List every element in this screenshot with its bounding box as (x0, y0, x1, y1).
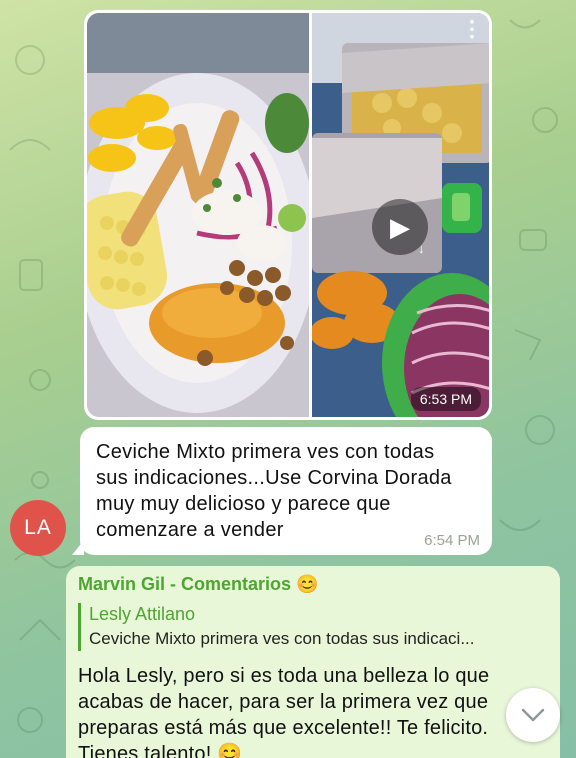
media-timestamp: 6:53 PM (410, 387, 481, 411)
media-album[interactable]: ▶ ↓ ⋮ 6:53 PM (84, 10, 492, 420)
reply-quote[interactable]: Lesly Attilano Ceviche Mixto primera ves… (78, 603, 548, 651)
scroll-down-button[interactable] (506, 688, 560, 742)
caption-message-text: Ceviche Mixto primera ves con todas sus … (96, 441, 452, 541)
chevron-down-icon (521, 708, 545, 722)
caption-message-bubble[interactable]: Ceviche Mixto primera ves con todas sus … (80, 427, 492, 555)
ceviche-photo[interactable] (87, 13, 309, 417)
ceviche-photo-image (87, 13, 309, 417)
cooking-video-thumbnail[interactable]: ▶ ↓ ⋮ 6:53 PM (312, 13, 489, 417)
comment-message-text: Hola Lesly, pero si es toda una belleza … (78, 665, 490, 758)
download-icon[interactable]: ↓ (418, 241, 425, 256)
avatar[interactable]: LA (10, 500, 66, 556)
reply-quote-text: Ceviche Mixto primera ves con todas sus … (89, 629, 475, 648)
bubble-tail (72, 540, 84, 555)
more-vertical-icon[interactable]: ⋮ (461, 18, 483, 40)
caption-timestamp: 6:54 PM (424, 532, 480, 549)
reply-quote-author: Lesly Attilano (89, 604, 196, 624)
comment-author-name[interactable]: Marvin Gil - Comentarios 😊 (78, 574, 548, 595)
comment-message-bubble[interactable]: Marvin Gil - Comentarios 😊 Lesly Attilan… (66, 566, 560, 758)
